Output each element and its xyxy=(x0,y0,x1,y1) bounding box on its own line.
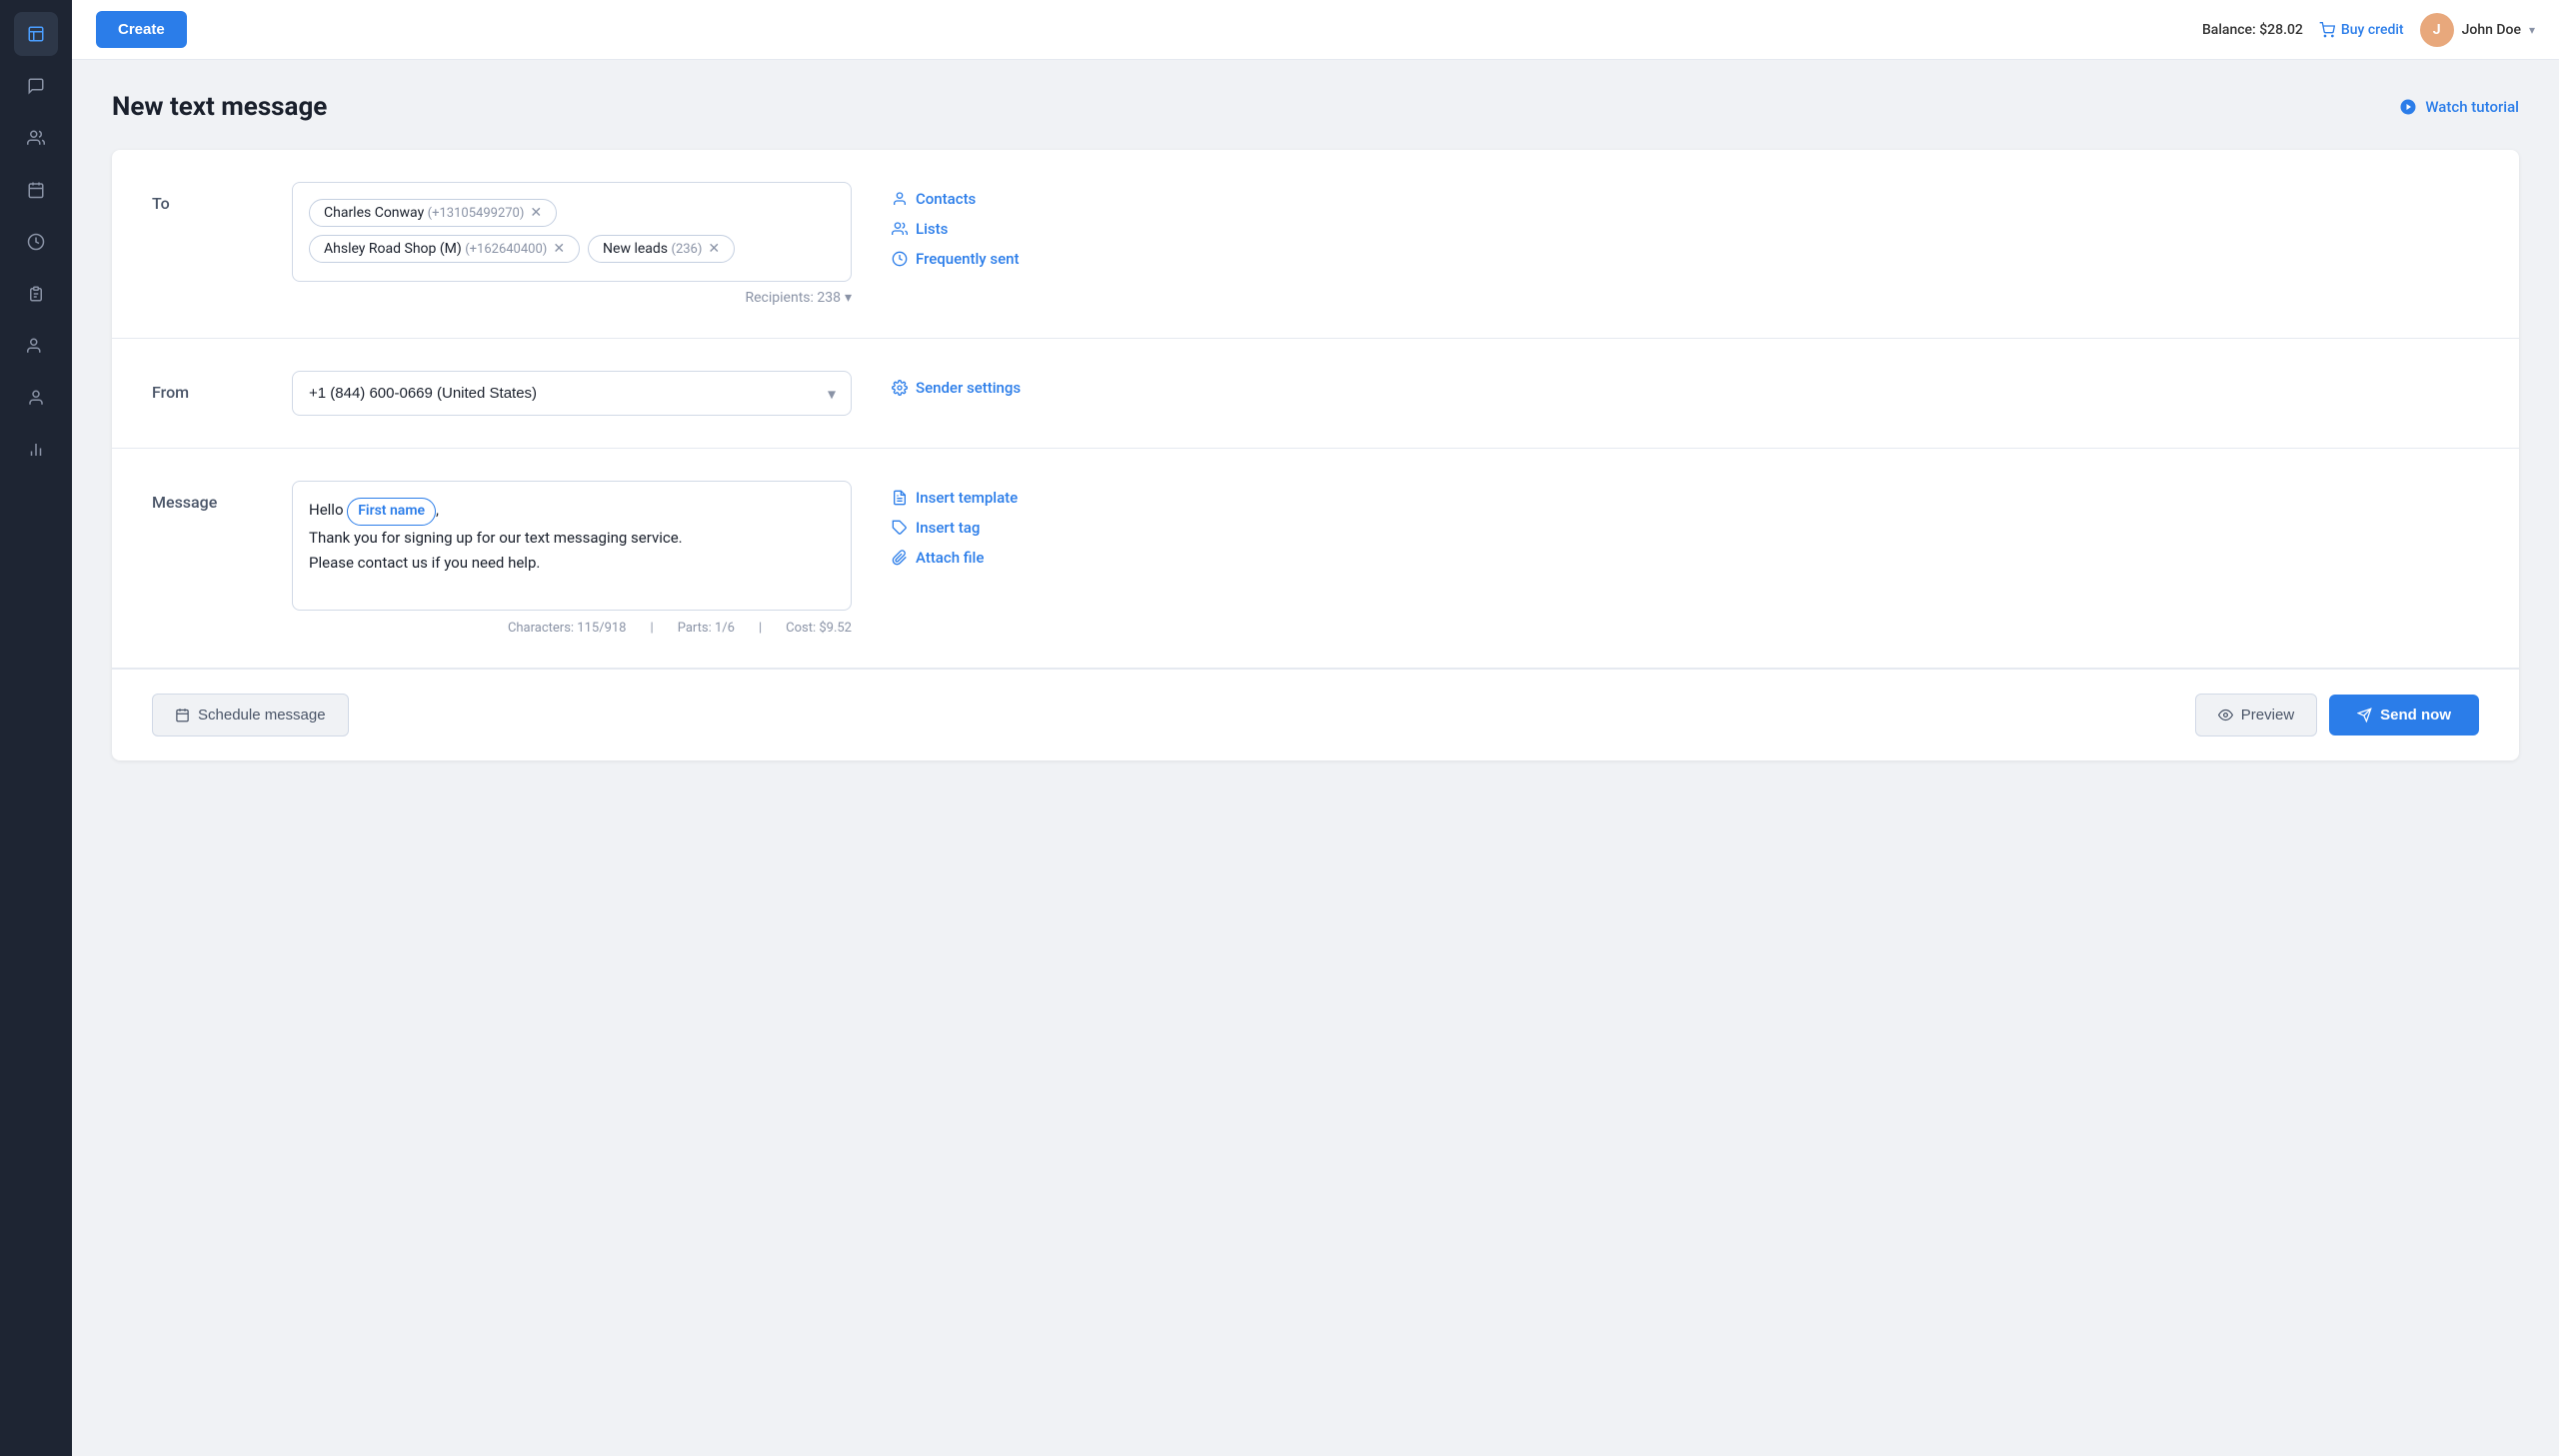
sep2: | xyxy=(759,621,762,636)
buy-credit-button[interactable]: Buy credit xyxy=(2319,22,2404,38)
page-title: New text message xyxy=(112,92,327,122)
topbar: Create Balance: $28.02 Buy credit J John… xyxy=(72,0,2559,60)
chip-label: New leads (236) xyxy=(603,241,702,257)
buy-credit-label: Buy credit xyxy=(2341,22,2404,38)
recipients-count: Recipients: 238 ▾ xyxy=(292,290,852,306)
recipient-chip-2[interactable]: New leads (236) ✕ xyxy=(588,235,735,263)
avatar: J xyxy=(2420,13,2454,47)
footer-right-actions: Preview Send now xyxy=(2195,694,2479,736)
paperclip-icon xyxy=(892,550,908,566)
sidebar xyxy=(0,0,72,1456)
recipients-count-text: Recipients: 238 xyxy=(745,290,840,306)
calendar-icon xyxy=(175,708,190,723)
sidebar-item-contacts[interactable] xyxy=(14,116,58,160)
cost-stat: Cost: $9.52 xyxy=(786,621,852,636)
sep1: | xyxy=(651,621,654,636)
contacts-link[interactable]: Contacts xyxy=(892,190,1019,208)
eye-icon xyxy=(2218,708,2233,723)
schedule-label: Schedule message xyxy=(198,707,326,724)
insert-template-label: Insert template xyxy=(916,489,1018,507)
schedule-message-button[interactable]: Schedule message xyxy=(152,694,349,736)
user-name: John Doe xyxy=(2462,22,2521,38)
main-area: Create Balance: $28.02 Buy credit J John… xyxy=(72,0,2559,1456)
preview-button[interactable]: Preview xyxy=(2195,694,2317,736)
gear-icon xyxy=(892,380,908,396)
create-button[interactable]: Create xyxy=(96,11,187,48)
message-text-after: , xyxy=(436,501,439,519)
frequently-sent-label: Frequently sent xyxy=(916,250,1019,268)
sidebar-item-compose[interactable] xyxy=(14,12,58,56)
message-section: Message Hello First name, Thank you for … xyxy=(112,449,2519,669)
sidebar-item-profile[interactable] xyxy=(14,376,58,420)
to-field-box[interactable]: Charles Conway (+13105499270) ✕ Ahsley R… xyxy=(292,182,852,282)
recipient-chip-1[interactable]: Ahsley Road Shop (M) (+162640400) ✕ xyxy=(309,235,580,263)
watch-tutorial-button[interactable]: Watch tutorial xyxy=(2399,98,2519,116)
template-icon xyxy=(892,490,908,506)
play-icon xyxy=(2399,98,2417,116)
message-side-actions: Insert template Insert tag Attach file xyxy=(892,481,1018,567)
chip-remove-2[interactable]: ✕ xyxy=(708,242,720,256)
from-label: From xyxy=(152,371,292,402)
lists-label: Lists xyxy=(916,220,948,238)
chip-label: Ahsley Road Shop (M) (+162640400) xyxy=(324,241,547,257)
from-section: From +1 (844) 600-0669 (United States) S… xyxy=(112,339,2519,449)
sidebar-item-calendar[interactable] xyxy=(14,168,58,212)
sidebar-item-team[interactable] xyxy=(14,324,58,368)
user-menu[interactable]: J John Doe ▾ xyxy=(2420,13,2535,47)
cart-icon xyxy=(2319,22,2335,38)
chars-stat: Characters: 115/918 xyxy=(508,621,627,636)
first-name-tag[interactable]: First name xyxy=(347,498,436,526)
message-box[interactable]: Hello First name, Thank you for signing … xyxy=(292,481,852,611)
from-select-wrap: +1 (844) 600-0669 (United States) xyxy=(292,371,852,416)
watch-tutorial-label: Watch tutorial xyxy=(2425,98,2519,116)
page-header: New text message Watch tutorial xyxy=(112,92,2519,122)
recipient-chip-0[interactable]: Charles Conway (+13105499270) ✕ xyxy=(309,199,557,227)
frequently-sent-link[interactable]: Frequently sent xyxy=(892,250,1019,268)
chevron-down-icon: ▾ xyxy=(2529,23,2535,37)
to-input-area: Charles Conway (+13105499270) ✕ Ahsley R… xyxy=(292,182,852,306)
chip-remove-0[interactable]: ✕ xyxy=(530,206,542,220)
sender-settings-label: Sender settings xyxy=(916,379,1021,397)
insert-tag-link[interactable]: Insert tag xyxy=(892,519,1018,537)
to-side-actions: Contacts Lists Frequently sent xyxy=(892,182,1019,268)
recipients-chevron-icon[interactable]: ▾ xyxy=(845,290,852,306)
from-side-actions: Sender settings xyxy=(892,371,1021,397)
from-input-area: +1 (844) 600-0669 (United States) xyxy=(292,371,852,416)
form-card: To Charles Conway (+13105499270) ✕ Ahsle… xyxy=(112,150,2519,760)
clock-icon xyxy=(892,251,908,267)
contacts-label: Contacts xyxy=(916,190,976,208)
lists-link[interactable]: Lists xyxy=(892,220,1019,238)
message-text-before: Hello xyxy=(309,501,347,519)
message-body: Thank you for signing up for our text me… xyxy=(309,529,683,573)
sender-settings-link[interactable]: Sender settings xyxy=(892,379,1021,397)
from-phone-select[interactable]: +1 (844) 600-0669 (United States) xyxy=(292,371,852,416)
attach-file-link[interactable]: Attach file xyxy=(892,549,1018,567)
chip-remove-1[interactable]: ✕ xyxy=(553,242,565,256)
message-label: Message xyxy=(152,481,292,512)
sidebar-item-analytics[interactable] xyxy=(14,428,58,472)
lists-icon xyxy=(892,221,908,237)
balance-display: Balance: $28.02 xyxy=(2202,22,2303,38)
sidebar-item-chat[interactable] xyxy=(14,64,58,108)
send-now-button[interactable]: Send now xyxy=(2329,695,2479,735)
insert-template-link[interactable]: Insert template xyxy=(892,489,1018,507)
message-input-area: Hello First name, Thank you for signing … xyxy=(292,481,852,636)
message-stats: Characters: 115/918 | Parts: 1/6 | Cost:… xyxy=(292,621,852,636)
page-content: New text message Watch tutorial To Charl… xyxy=(72,60,2559,1456)
insert-tag-label: Insert tag xyxy=(916,519,980,537)
send-now-label: Send now xyxy=(2380,707,2451,724)
to-section: To Charles Conway (+13105499270) ✕ Ahsle… xyxy=(112,150,2519,339)
send-icon xyxy=(2357,708,2372,723)
contacts-icon xyxy=(892,191,908,207)
sidebar-item-history[interactable] xyxy=(14,220,58,264)
to-label: To xyxy=(152,182,292,213)
tag-icon xyxy=(892,520,908,536)
chip-label: Charles Conway (+13105499270) xyxy=(324,205,524,221)
preview-label: Preview xyxy=(2241,707,2294,724)
form-footer: Schedule message Preview Send now xyxy=(112,669,2519,760)
parts-stat: Parts: 1/6 xyxy=(678,621,735,636)
sidebar-item-tasks[interactable] xyxy=(14,272,58,316)
attach-file-label: Attach file xyxy=(916,549,984,567)
